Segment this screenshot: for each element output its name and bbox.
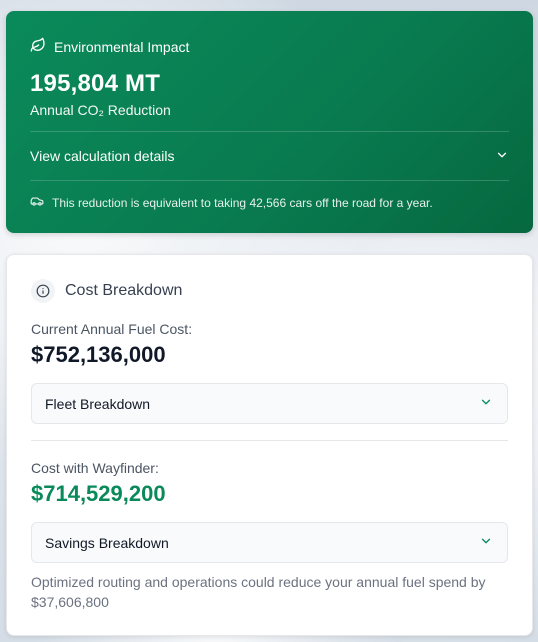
chevron-down-icon [479,534,493,551]
chevron-down-icon [479,395,493,412]
car-icon [30,194,44,211]
wayfinder-cost-value: $714,529,200 [31,481,166,506]
chevron-down-icon [495,148,509,165]
env-header-label: Environmental Impact [54,38,190,55]
view-calculation-details-label: View calculation details [30,148,175,164]
cost-header: Cost Breakdown [31,279,182,303]
equivalence-text: This reduction is equivalent to taking 4… [52,195,433,210]
co2-reduction-label: Annual CO₂ Reduction [30,102,171,118]
co2-reduction-value: 195,804 MT [30,70,161,97]
view-calculation-details-toggle[interactable]: View calculation details [30,132,509,180]
fleet-breakdown-dropdown[interactable]: Fleet Breakdown [31,383,508,424]
divider [31,440,508,441]
savings-summary: Optimized routing and operations could r… [31,574,486,610]
fleet-breakdown-label: Fleet Breakdown [45,395,151,412]
savings-breakdown-label: Savings Breakdown [45,534,169,551]
environmental-impact-card: Environmental Impact 195,804 MT Annual C… [6,11,533,233]
equivalence-note: This reduction is equivalent to taking 4… [30,194,433,211]
cost-breakdown-title: Cost Breakdown [65,282,183,299]
cost-breakdown-card: Cost Breakdown Current Annual Fuel Cost:… [6,254,533,636]
env-header: Environmental Impact [30,37,189,56]
savings-breakdown-dropdown[interactable]: Savings Breakdown [31,522,508,563]
info-icon [31,279,55,303]
divider [30,180,509,181]
current-fuel-cost-label: Current Annual Fuel Cost: [31,321,193,337]
wayfinder-cost-label: Cost with Wayfinder: [31,460,159,476]
current-fuel-cost-value: $752,136,000 [31,342,166,367]
leaf-icon [30,37,46,56]
